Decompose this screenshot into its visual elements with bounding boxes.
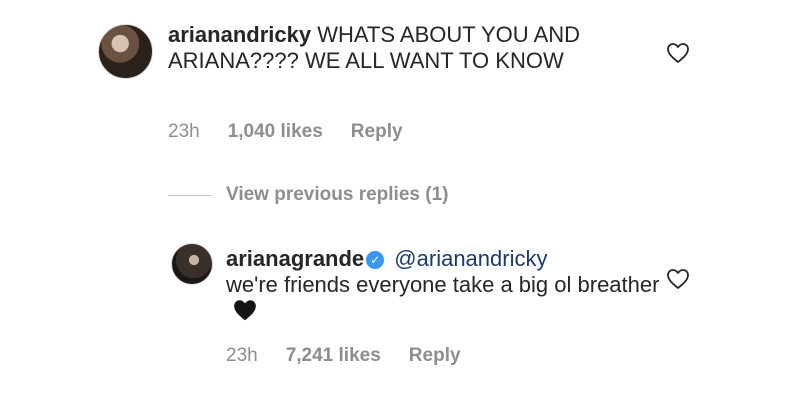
like-heart-icon[interactable]: [666, 268, 690, 290]
comment-text-2: arianagrande ✓ @arianandricky we're frien…: [226, 246, 666, 324]
reply-button[interactable]: Reply: [409, 345, 461, 367]
view-previous-replies-label[interactable]: View previous replies (1): [226, 184, 448, 206]
comment-time: 23h: [226, 345, 258, 366]
like-count[interactable]: 1,040 likes: [228, 121, 323, 143]
mention-link[interactable]: @arianandricky: [394, 246, 547, 271]
avatar-arianagrande[interactable]: [171, 243, 213, 285]
avatar-arianandricky[interactable]: [98, 24, 153, 79]
replies-divider: [168, 194, 212, 196]
verified-badge-icon: ✓: [366, 251, 385, 269]
like-count[interactable]: 7,241 likes: [286, 345, 381, 367]
comment-body-2: we're friends everyone take a big ol bre…: [226, 272, 660, 297]
reply-button[interactable]: Reply: [351, 121, 403, 143]
comment-meta-1: 23h 1,040 likes Reply: [168, 121, 403, 143]
comment-time: 23h: [168, 121, 200, 142]
comment-text-1: arianandricky WHATS ABOUT YOU AND ARIANA…: [168, 22, 608, 74]
username-arianandricky[interactable]: arianandricky: [168, 22, 311, 47]
view-previous-replies[interactable]: View previous replies (1): [168, 184, 448, 206]
comment-meta-2: 23h 7,241 likes Reply: [226, 345, 461, 367]
username-arianagrande[interactable]: arianagrande: [226, 246, 364, 271]
like-heart-icon[interactable]: [666, 42, 690, 64]
black-heart-icon: [234, 300, 256, 321]
